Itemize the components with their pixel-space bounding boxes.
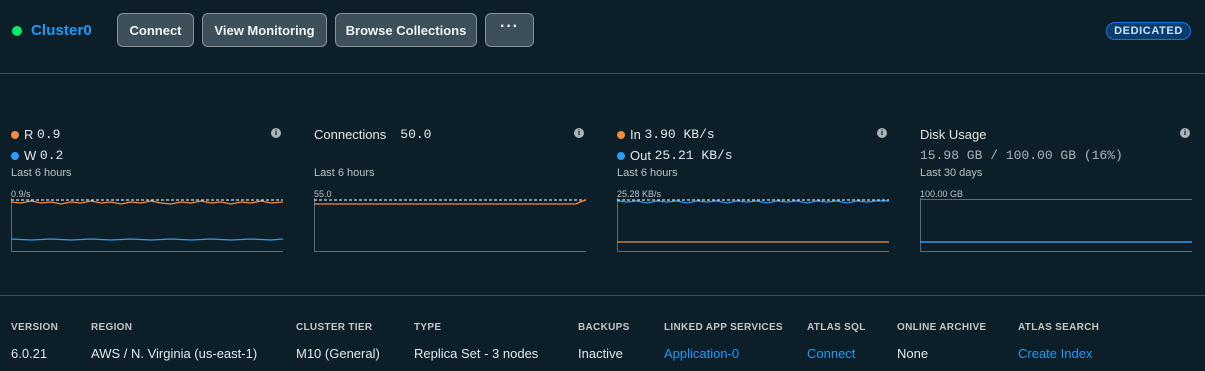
series-name: In (630, 127, 641, 142)
metric-disk-usage[interactable]: Disk Usage 15.98 GB / 100.00 GB (16%) i … (920, 122, 1192, 257)
metric-title: Connections (314, 127, 387, 142)
cluster-details: VERSION 6.0.21 REGION AWS / N. Virginia … (0, 322, 1205, 371)
cluster-header: Cluster0 Connect View Monitoring Browse … (0, 0, 1205, 73)
atlas-sql-connect-link[interactable]: Connect (807, 346, 866, 361)
detail-value: Inactive (578, 346, 623, 361)
detail-label: VERSION (11, 322, 59, 333)
series-value: 25.21 KB/s (654, 148, 733, 163)
details-divider (0, 295, 1205, 296)
more-options-button[interactable]: ··· (485, 13, 534, 47)
metric-series-out: Out 25.21 KB/s (617, 148, 733, 163)
metric-series-r: R 0.9 (11, 127, 60, 142)
tier-badge: DEDICATED (1106, 22, 1191, 40)
series-name: W (24, 148, 37, 163)
series-dot-icon (617, 151, 625, 160)
metric-value: 50.0 (400, 127, 432, 142)
metric-connections[interactable]: Connections 50.0 i Last 6 hours 55.0 (314, 122, 587, 257)
detail-region: REGION AWS / N. Virginia (us-east-1) (91, 322, 257, 361)
info-icon[interactable]: i (1180, 128, 1190, 138)
detail-atlas-sql: ATLAS SQL Connect (807, 322, 866, 361)
series-value: 3.90 KB/s (644, 127, 715, 142)
cluster-status-dot (12, 26, 22, 36)
info-icon[interactable]: i (271, 128, 281, 138)
series-value: 0.2 (39, 148, 64, 163)
metric-title: Disk Usage (920, 127, 987, 142)
metric-series-w: W 0.2 (11, 148, 63, 163)
detail-version: VERSION 6.0.21 (11, 322, 58, 361)
detail-backups: BACKUPS Inactive (578, 322, 630, 361)
detail-label: LINKED APP SERVICES (664, 322, 783, 333)
cluster-name-link[interactable]: Cluster0 (31, 22, 92, 39)
detail-linked-app-services: LINKED APP SERVICES Application-0 (664, 322, 783, 361)
detail-value: M10 (General) (296, 346, 380, 361)
header-divider (0, 73, 1205, 74)
view-monitoring-button[interactable]: View Monitoring (202, 13, 327, 47)
metric-title-row: Connections 50.0 (314, 127, 432, 142)
sparkline-chart (920, 198, 1192, 252)
detail-label: ONLINE ARCHIVE (897, 322, 987, 333)
detail-value: Replica Set - 3 nodes (414, 346, 539, 361)
series-name: R (24, 127, 34, 142)
detail-label: ATLAS SQL (807, 322, 866, 333)
create-index-link[interactable]: Create Index (1018, 346, 1099, 361)
metric-title-row: Disk Usage (920, 127, 986, 142)
detail-cluster-tier: CLUSTER TIER M10 (General) (296, 322, 380, 361)
metric-period: Last 6 hours (314, 167, 375, 179)
sparkline-chart (616, 198, 889, 252)
metric-series-in: In 3.90 KB/s (617, 127, 715, 142)
sparkline-chart (10, 198, 284, 252)
metric-period: Last 30 days (920, 167, 983, 179)
info-icon[interactable]: i (574, 128, 584, 138)
metric-value: 15.98 GB / 100.00 GB (16%) (920, 148, 1123, 163)
series-value: 0.9 (37, 127, 61, 142)
detail-type: TYPE Replica Set - 3 nodes (414, 322, 538, 361)
series-dot-icon (11, 130, 19, 139)
metric-period: Last 6 hours (11, 167, 72, 179)
metric-period: Last 6 hours (617, 167, 678, 179)
metric-value-row: 15.98 GB / 100.00 GB (16%) (920, 148, 1123, 163)
metric-operations[interactable]: R 0.9 W 0.2 i Last 6 hours 0.9/s (10, 122, 284, 257)
detail-value: 6.0.21 (11, 346, 48, 361)
detail-value: AWS / N. Virginia (us-east-1) (91, 346, 258, 361)
metric-network[interactable]: In 3.90 KB/s Out 25.21 KB/s i Last 6 hou… (616, 122, 889, 257)
detail-atlas-search: ATLAS SEARCH Create Index (1018, 322, 1099, 361)
sparkline-chart (314, 198, 587, 252)
application-link[interactable]: Application-0 (664, 346, 783, 361)
detail-label: CLUSTER TIER (296, 322, 373, 333)
connect-button[interactable]: Connect (117, 13, 194, 47)
detail-online-archive: ONLINE ARCHIVE None (897, 322, 986, 361)
info-icon[interactable]: i (877, 128, 887, 138)
browse-collections-button[interactable]: Browse Collections (335, 13, 477, 47)
detail-label: TYPE (414, 322, 442, 333)
detail-label: REGION (91, 322, 133, 333)
detail-label: ATLAS SEARCH (1018, 322, 1100, 333)
detail-label: BACKUPS (578, 322, 630, 333)
detail-value: None (897, 346, 929, 361)
series-name: Out (630, 148, 651, 163)
series-dot-icon (617, 130, 625, 139)
series-dot-icon (11, 151, 19, 160)
